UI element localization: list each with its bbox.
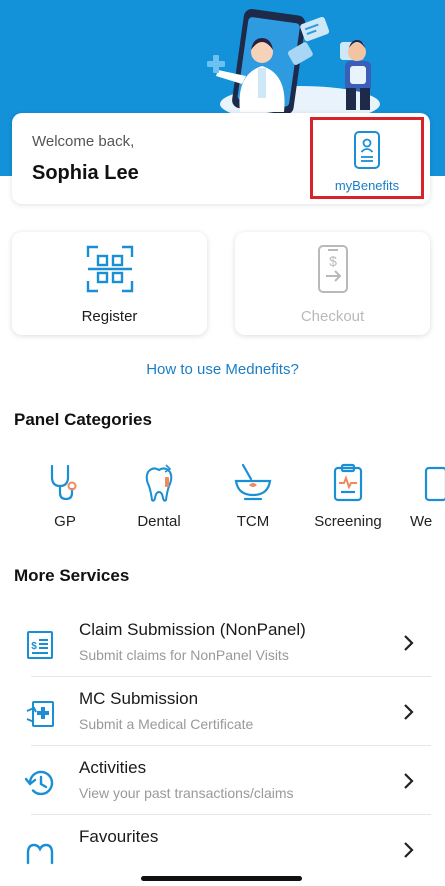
checkout-label: Checkout: [300, 308, 365, 325]
service-claim-submission[interactable]: $ Claim Submission (NonPanel) Submit cla…: [0, 608, 445, 677]
service-title: MC Submission: [79, 689, 199, 708]
panel-categories-title: Panel Categories: [14, 410, 152, 429]
tooth-icon: [145, 464, 173, 502]
chevron-right-icon: [404, 704, 414, 720]
mortar-bowl-icon: [234, 463, 272, 501]
service-subtitle: View your past transactions/claims: [79, 785, 294, 801]
service-title: Activities: [79, 758, 147, 777]
how-to-use-link[interactable]: How to use Mednefits?: [0, 361, 445, 378]
category-label: TCM: [236, 513, 270, 530]
receipt-icon: $: [27, 631, 53, 659]
category-label: Screening: [314, 513, 382, 530]
register-button[interactable]: Register: [12, 232, 207, 335]
stethoscope-icon: [50, 464, 77, 501]
category-tcm[interactable]: TCM: [213, 463, 293, 530]
category-label: Dental: [137, 513, 181, 530]
id-card-icon: [354, 131, 380, 169]
history-icon: [24, 770, 54, 796]
more-services-title: More Services: [14, 566, 130, 585]
service-mc-submission[interactable]: MC Submission Submit a Medical Certifica…: [0, 677, 445, 746]
my-benefits-label: myBenefits: [334, 178, 400, 193]
checkout-button[interactable]: $ Checkout: [235, 232, 430, 335]
category-label: GP: [54, 513, 76, 530]
category-screening[interactable]: Screening: [308, 463, 388, 530]
category-label: We: [410, 513, 433, 530]
chevron-right-icon: [404, 635, 414, 651]
category-partial[interactable]: We: [398, 463, 445, 530]
chevron-right-icon: [404, 842, 414, 858]
service-favourites[interactable]: Favourites: [0, 815, 445, 884]
welcome-card: Welcome back, Sophia Lee myBenefits: [12, 113, 430, 204]
medical-certificate-icon: [26, 701, 54, 727]
my-benefits-button[interactable]: myBenefits: [310, 117, 424, 199]
welcome-greeting: Welcome back,: [32, 133, 135, 150]
partial-icon: [424, 466, 445, 502]
phone-dollar-icon: $: [318, 245, 348, 293]
svg-text:$: $: [329, 253, 337, 269]
qr-scan-icon: [86, 245, 134, 293]
service-subtitle: Submit claims for NonPanel Visits: [79, 647, 289, 663]
service-title: Claim Submission (NonPanel): [79, 620, 306, 639]
clipboard-pulse-icon: [333, 463, 363, 502]
category-gp[interactable]: GP: [25, 463, 105, 530]
user-name: Sophia Lee: [32, 162, 139, 184]
category-dental[interactable]: Dental: [119, 463, 199, 530]
heart-icon: [26, 843, 54, 865]
service-title: Favourites: [79, 827, 159, 846]
chevron-right-icon: [404, 773, 414, 789]
service-activities[interactable]: Activities View your past transactions/c…: [0, 746, 445, 815]
service-subtitle: Submit a Medical Certificate: [79, 716, 254, 732]
register-label: Register: [81, 308, 138, 325]
svg-text:$: $: [31, 641, 37, 652]
home-indicator: [141, 876, 302, 881]
